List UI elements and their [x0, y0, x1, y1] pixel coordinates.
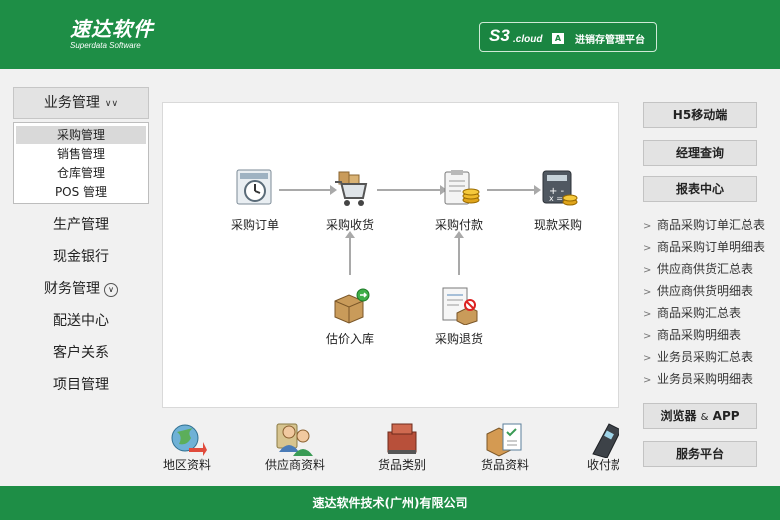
nav-item-production[interactable]: 生产管理	[13, 215, 149, 235]
chevron-right-icon: >	[643, 331, 652, 342]
expand-circle-icon: ∨	[104, 283, 118, 297]
flow-label-purchase-receive[interactable]: 采购收货	[310, 217, 390, 233]
menu-group-label: 业务管理	[43, 95, 100, 111]
nav-item-finance-label: 财务管理	[44, 281, 100, 297]
strip-item-supplier[interactable]: 供应商资料	[252, 412, 338, 484]
submenu-item-warehouse[interactable]: 仓库管理	[16, 164, 146, 182]
shopping-cart-icon[interactable]	[331, 168, 371, 208]
logo-subtitle: Superdata Software	[70, 41, 141, 50]
product-edition-badge: A	[552, 33, 564, 44]
flow-arrow-return-to-payment	[454, 231, 464, 275]
strip-item-receipt-payment[interactable]: 收付款	[562, 412, 619, 484]
report-center-button[interactable]: 报表中心	[643, 176, 757, 202]
purchase-flow-panel: 采购订单 采购收货 采购付款 + - x = 现款采购 估价入库 采购退货	[162, 102, 619, 408]
report-list: > 商品采购订单汇总表 > 商品采购订单明细表 > 供应商供货汇总表 > 供应商供货明细…	[643, 214, 780, 390]
chevron-right-icon: >	[643, 243, 652, 254]
header-bar: 速达软件 Superdata Software S3 .cloud A 进销存管…	[0, 0, 780, 69]
chevron-right-icon: >	[643, 353, 652, 364]
browser-amp: &	[700, 412, 709, 423]
product-mark: S3	[489, 26, 510, 45]
report-link[interactable]: > 业务员采购汇总表	[643, 346, 780, 368]
service-platform-button[interactable]: 服务平台	[643, 441, 757, 467]
chevron-right-icon: >	[643, 287, 652, 298]
report-link[interactable]: > 商品采购订单明细表	[643, 236, 780, 258]
report-link-label: 商品采购订单明细表	[657, 240, 766, 254]
report-link[interactable]: > 供应商供货明细表	[643, 280, 780, 302]
flow-label-purchase-order[interactable]: 采购订单	[215, 217, 295, 233]
flow-arrow-order-to-receive	[279, 185, 337, 195]
report-link-label: 供应商供货汇总表	[657, 262, 754, 276]
product-badge-box: S3 .cloud A 进销存管理平台	[479, 22, 657, 52]
chevron-right-icon: >	[643, 265, 652, 276]
report-link[interactable]: > 商品采购汇总表	[643, 302, 780, 324]
report-link[interactable]: > 商品采购明细表	[643, 324, 780, 346]
product-cloud: .cloud	[513, 34, 543, 45]
card-terminal-icon	[592, 423, 619, 458]
flow-label-estimate-stockin[interactable]: 估价入库	[310, 331, 390, 347]
return-document-icon[interactable]	[439, 285, 479, 325]
clock-document-icon[interactable]	[235, 168, 275, 208]
strip-label-receipt-payment: 收付款	[586, 458, 619, 472]
supplier-people-icon	[276, 423, 313, 456]
flow-label-purchase-payment[interactable]: 采购付款	[419, 217, 499, 233]
report-link-label: 商品采购明细表	[657, 328, 742, 342]
h5-mobile-button[interactable]: H5移动端	[643, 102, 757, 128]
basic-data-strip: 地区资料 供应商资料 货品类别 货品资料 收付款	[162, 412, 619, 484]
box-checklist-icon	[486, 423, 522, 457]
product-tagline: 进销存管理平台	[575, 35, 645, 46]
browser-app-label: APP	[712, 409, 740, 423]
nav-item-project[interactable]: 项目管理	[13, 375, 149, 395]
submenu-item-pos[interactable]: POS 管理	[16, 183, 146, 201]
footer-bar: 速达软件技术(广州)有限公司	[0, 486, 780, 520]
submenu-item-purchase[interactable]: 采购管理	[16, 126, 146, 144]
nav-item-distribution[interactable]: 配送中心	[13, 311, 149, 331]
globe-arrow-icon	[171, 424, 207, 456]
flow-arrow-payment-to-cash	[487, 185, 541, 195]
report-link-label: 业务员采购明细表	[657, 372, 754, 386]
manager-query-button[interactable]: 经理查询	[643, 140, 757, 166]
submenu-item-sales[interactable]: 销售管理	[16, 145, 146, 163]
chevron-right-icon: >	[643, 221, 652, 232]
double-chevron-down-icon: ∨∨	[104, 99, 119, 109]
flow-arrow-estimate-to-receive	[345, 231, 355, 275]
strip-label-supplier: 供应商资料	[264, 458, 325, 472]
superdata-logo: 速达软件 Superdata Software	[70, 18, 154, 50]
browser-label: 浏览器	[660, 409, 697, 423]
svg-text:x =: x =	[549, 194, 563, 203]
boxes-stockin-icon[interactable]	[331, 285, 371, 325]
logo-name: 速达软件	[70, 17, 154, 41]
box-stack-icon	[387, 423, 417, 454]
flow-arrow-receive-to-payment	[377, 185, 447, 195]
report-link-label: 业务员采购汇总表	[657, 350, 754, 364]
strip-label-goods-data: 货品资料	[480, 458, 529, 472]
footer-company: 速达软件技术(广州)有限公司	[312, 496, 468, 510]
strip-item-region[interactable]: 地区资料	[162, 412, 230, 484]
report-link-label: 商品采购汇总表	[657, 306, 742, 320]
report-link[interactable]: > 供应商供货汇总表	[643, 258, 780, 280]
flow-label-cash-purchase[interactable]: 现款采购	[518, 217, 598, 233]
strip-item-goods-data[interactable]: 货品资料	[462, 412, 548, 484]
report-link-label: 供应商供货明细表	[657, 284, 754, 298]
chevron-right-icon: >	[643, 309, 652, 320]
strip-item-goods-category[interactable]: 货品类别	[359, 412, 445, 484]
nav-item-cash-bank[interactable]: 现金银行	[13, 247, 149, 267]
nav-item-finance[interactable]: 财务管理 ∨	[13, 279, 149, 299]
report-link-label: 商品采购订单汇总表	[657, 218, 766, 232]
menu-group-business[interactable]: 业务管理 ∨∨	[13, 87, 149, 119]
strip-label-region: 地区资料	[162, 458, 211, 472]
business-submenu: 采购管理 销售管理 仓库管理 POS 管理	[13, 122, 149, 204]
chevron-right-icon: >	[643, 375, 652, 386]
report-link[interactable]: > 商品采购订单汇总表	[643, 214, 780, 236]
clipboard-coins-icon[interactable]	[441, 168, 481, 208]
report-link[interactable]: > 业务员采购明细表	[643, 368, 780, 390]
calculator-coins-icon[interactable]: + - x =	[539, 168, 579, 208]
browser-app-button[interactable]: 浏览器 & APP	[643, 403, 757, 429]
nav-item-crm[interactable]: 客户关系	[13, 343, 149, 363]
flow-label-purchase-return[interactable]: 采购退货	[419, 331, 499, 347]
strip-label-goods-category: 货品类别	[377, 458, 426, 472]
